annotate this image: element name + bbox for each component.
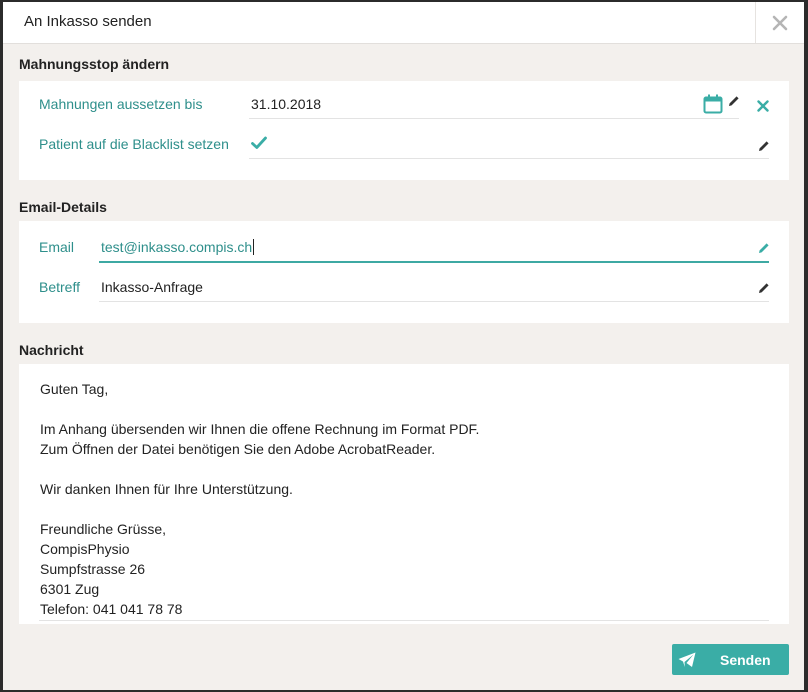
- pencil-icon[interactable]: [728, 94, 740, 112]
- close-button[interactable]: [755, 2, 804, 43]
- message-line: Sumpfstrasse 26: [40, 561, 146, 577]
- nachricht-heading: Nachricht: [19, 342, 84, 358]
- aussetzen-date-input[interactable]: 31.10.2018: [251, 96, 321, 112]
- message-line: Guten Tag,: [40, 381, 109, 397]
- send-button[interactable]: Senden: [672, 644, 789, 675]
- message-underline: [39, 620, 769, 621]
- calendar-icon[interactable]: [703, 94, 723, 119]
- pencil-icon[interactable]: [758, 281, 770, 299]
- betreff-underline: [99, 301, 769, 302]
- dialog-title: An Inkasso senden: [24, 13, 152, 30]
- mahnungsstop-panel: Mahnungen aussetzen bis 31.10.2018 Patie…: [19, 81, 789, 180]
- email-label: Email: [39, 239, 75, 255]
- email-underline: [99, 261, 769, 263]
- email-details-panel: Email test@inkasso.compis.ch Betreff Ink…: [19, 221, 789, 323]
- email-field[interactable]: test@inkasso.compis.ch: [101, 239, 255, 255]
- betreff-field[interactable]: Inkasso-Anfrage: [101, 279, 203, 295]
- message-line: Telefon: 041 041 78 78: [40, 601, 183, 617]
- email-details-heading: Email-Details: [19, 199, 107, 215]
- message-line: Wir danken Ihnen für Ihre Unterstützung.: [40, 481, 293, 497]
- clear-x-icon[interactable]: [757, 99, 769, 117]
- mahnungsstop-heading: Mahnungsstop ändern: [19, 56, 170, 72]
- message-textarea[interactable]: Guten Tag, Im Anhang übersenden wir Ihne…: [19, 364, 789, 624]
- betreff-label: Betreff: [39, 279, 80, 295]
- aussetzen-label: Mahnungen aussetzen bis: [39, 96, 203, 112]
- aussetzen-underline: [249, 118, 739, 119]
- pencil-icon[interactable]: [758, 139, 770, 157]
- paper-plane-icon: [672, 644, 702, 675]
- message-line: 6301 Zug: [40, 581, 100, 597]
- send-to-collection-dialog: An Inkasso senden Mahnungsstop ändern Ma…: [3, 2, 804, 690]
- pencil-icon[interactable]: [758, 241, 770, 259]
- message-line: Zum Öffnen der Datei benötigen Sie den A…: [40, 441, 436, 457]
- send-button-label: Senden: [720, 652, 771, 668]
- message-line: CompisPhysio: [40, 541, 130, 557]
- close-icon: [772, 15, 788, 30]
- message-line: Freundliche Grüsse,: [40, 521, 167, 537]
- blacklist-label: Patient auf die Blacklist setzen: [39, 136, 229, 152]
- blacklist-checkbox[interactable]: [251, 136, 267, 155]
- message-line: Im Anhang übersenden wir Ihnen die offen…: [40, 421, 480, 437]
- blacklist-underline: [249, 158, 769, 159]
- email-value: test@inkasso.compis.ch: [101, 239, 253, 255]
- dialog-titlebar: An Inkasso senden: [3, 2, 804, 44]
- text-caret: [253, 239, 255, 255]
- checkmark-icon: [251, 136, 267, 149]
